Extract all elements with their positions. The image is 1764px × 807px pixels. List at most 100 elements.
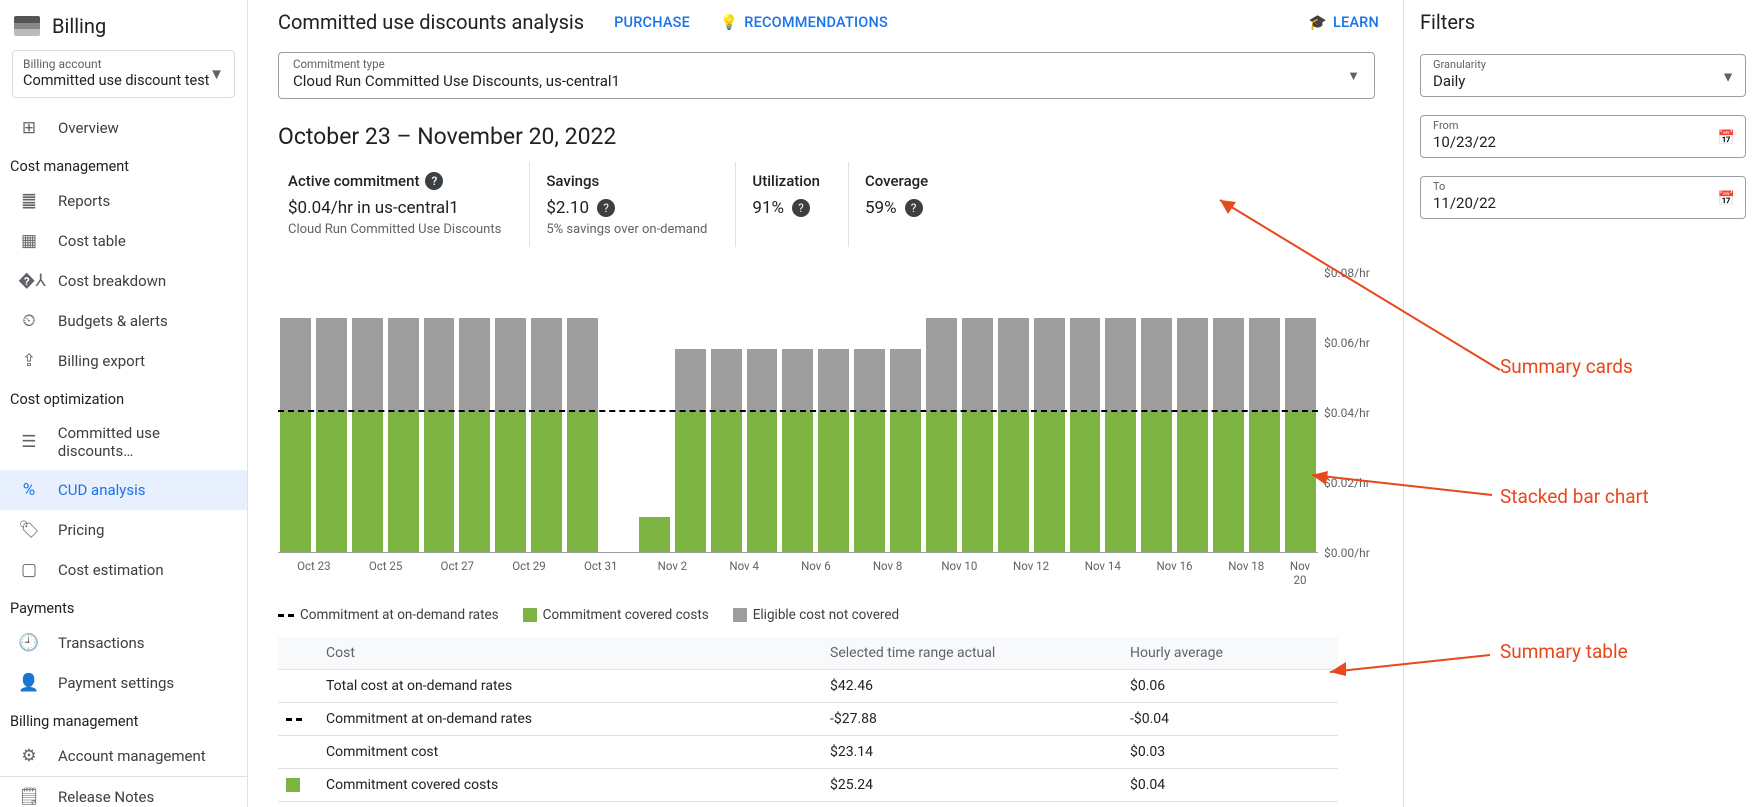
granularity-select[interactable]: Granularity Daily ▼	[1420, 54, 1746, 97]
list-icon: ☰	[18, 432, 40, 452]
x-axis: Oct 23Oct 25Oct 27Oct 29Oct 31Nov 2Nov 4…	[278, 559, 1318, 587]
learn-button[interactable]: 🎓 LEARN	[1309, 14, 1379, 31]
nav-transactions[interactable]: 🕘Transactions	[0, 623, 247, 663]
sidebar: Billing Billing account Committed use di…	[0, 0, 248, 807]
bar-col	[782, 349, 813, 552]
card-utilization: Utilization 91%?	[736, 162, 849, 247]
legend-not-covered: Eligible cost not covered	[733, 607, 899, 623]
nav-account-mgmt[interactable]: ⚙Account management	[0, 736, 247, 776]
table-row: Commitment cost$23.14$0.03	[278, 735, 1338, 768]
nav-reports[interactable]: ䷀Reports	[0, 181, 247, 221]
help-icon[interactable]: ?	[792, 199, 810, 217]
bar-col	[495, 318, 526, 553]
overview-icon: ⊞	[18, 118, 40, 138]
table-header: Cost Selected time range actual Hourly a…	[278, 637, 1338, 669]
help-icon[interactable]: ?	[425, 172, 443, 190]
chart: $0.00/hr$0.02/hr$0.04/hr$0.06/hr$0.08/hr…	[278, 273, 1388, 587]
nav-cost-table[interactable]: ▦Cost table	[0, 221, 247, 261]
nav-cud-analysis[interactable]: %CUD analysis	[0, 470, 247, 510]
section-cost-management: Cost management	[0, 148, 247, 181]
main-content: Committed use discounts analysis PURCHAS…	[248, 0, 1404, 807]
nav-billing-export[interactable]: ⇪Billing export	[0, 341, 247, 381]
main-header: Committed use discounts analysis PURCHAS…	[248, 0, 1403, 42]
nav-cuds[interactable]: ☰Committed use discounts…	[0, 414, 247, 470]
bar-col	[890, 349, 921, 552]
commitment-value: Cloud Run Committed Use Discounts, us-ce…	[293, 72, 1360, 90]
nav-cost-estimation[interactable]: ▢Cost estimation	[0, 550, 247, 590]
table-row: Commitment at on-demand rates-$27.88-$0.…	[278, 702, 1338, 735]
person-icon: 👤	[18, 673, 40, 693]
bar-col	[854, 349, 885, 552]
stacked-bar-chart	[278, 273, 1318, 553]
caret-down-icon: ▼	[1721, 68, 1735, 85]
nav-pricing[interactable]: 🏷Pricing	[0, 510, 247, 550]
card-savings: Savings $2.10? 5% savings over on-demand	[530, 162, 736, 247]
nav-payment-settings[interactable]: 👤Payment settings	[0, 663, 247, 703]
table-row: Commitment covered costs$25.24$0.04	[278, 768, 1338, 801]
bar-col	[459, 318, 490, 553]
percent-icon: %	[18, 480, 40, 500]
bar-col	[424, 318, 455, 553]
recommendations-button[interactable]: 💡 RECOMMENDATIONS	[720, 14, 888, 31]
bar-col	[711, 349, 742, 552]
nav-budgets[interactable]: ⏲Budgets & alerts	[0, 301, 247, 341]
bar-col	[1177, 318, 1208, 553]
nav-overview[interactable]: ⊞Overview	[0, 108, 247, 148]
bar-col	[352, 318, 383, 553]
sidebar-header: Billing	[0, 4, 247, 44]
bar-col	[1141, 318, 1172, 553]
bar-col	[747, 349, 778, 552]
export-icon: ⇪	[18, 351, 40, 371]
caret-down-icon: ▼	[1347, 68, 1360, 84]
table-icon: ▦	[18, 231, 40, 251]
table-row: Eligible cost not covered$17.22$0.02	[278, 801, 1338, 807]
section-billing-mgmt: Billing management	[0, 703, 247, 736]
bar-col	[1285, 318, 1316, 553]
bar-col	[567, 318, 598, 553]
nav-release-notes[interactable]: 🗒Release Notes	[0, 777, 247, 807]
calc-icon: ▢	[18, 560, 40, 580]
filters-panel: Filters Granularity Daily ▼ From 10/23/2…	[1404, 0, 1764, 807]
bar-col	[280, 318, 311, 553]
bar-col	[998, 318, 1029, 553]
filters-title: Filters	[1420, 10, 1746, 34]
commitment-label: Commitment type	[293, 57, 1360, 71]
bar-col	[316, 318, 347, 553]
bar-col	[531, 318, 562, 553]
bar-col	[818, 349, 849, 552]
commitment-type-select[interactable]: Commitment type Cloud Run Committed Use …	[278, 52, 1375, 99]
legend-commit-line: Commitment at on-demand rates	[278, 607, 499, 623]
budgets-icon: ⏲	[18, 311, 40, 331]
bar-col	[1213, 318, 1244, 553]
bar-col	[926, 318, 957, 553]
bar-col	[1070, 318, 1101, 553]
caret-down-icon: ▼	[209, 65, 224, 83]
learn-icon: 🎓	[1309, 14, 1327, 31]
date-to-input[interactable]: To 11/20/22 📅	[1420, 176, 1746, 219]
bar-col	[1034, 318, 1065, 553]
lightbulb-icon: 💡	[720, 14, 738, 31]
bar-col	[1249, 318, 1280, 553]
chart-legend: Commitment at on-demand rates Commitment…	[278, 607, 1403, 623]
date-from-input[interactable]: From 10/23/22 📅	[1420, 115, 1746, 158]
billing-account-selector[interactable]: Billing account Committed use discount t…	[12, 50, 235, 98]
summary-table: Cost Selected time range actual Hourly a…	[278, 637, 1338, 807]
card-value: $0.04/hr in us-central1	[288, 198, 501, 218]
summary-cards: Active commitment? $0.04/hr in us-centra…	[278, 162, 1378, 247]
section-payments: Payments	[0, 590, 247, 623]
app-title: Billing	[52, 14, 106, 38]
bar-col	[675, 349, 706, 552]
y-axis: $0.00/hr$0.02/hr$0.04/hr$0.06/hr$0.08/hr	[1318, 273, 1388, 553]
card-coverage: Coverage 59%?	[849, 162, 956, 247]
section-cost-optimization: Cost optimization	[0, 381, 247, 414]
purchase-button[interactable]: PURCHASE	[614, 14, 690, 31]
tag-icon: 🏷	[18, 520, 40, 540]
table-row: Total cost at on-demand rates$42.46$0.06	[278, 669, 1338, 702]
clock-icon: 🕘	[18, 633, 40, 653]
gear-icon: ⚙	[18, 746, 40, 766]
commitment-line	[278, 410, 1318, 412]
nav-cost-breakdown[interactable]: �⅄Cost breakdown	[0, 261, 247, 301]
help-icon[interactable]: ?	[597, 199, 615, 217]
bar-col	[962, 318, 993, 553]
help-icon[interactable]: ?	[905, 199, 923, 217]
